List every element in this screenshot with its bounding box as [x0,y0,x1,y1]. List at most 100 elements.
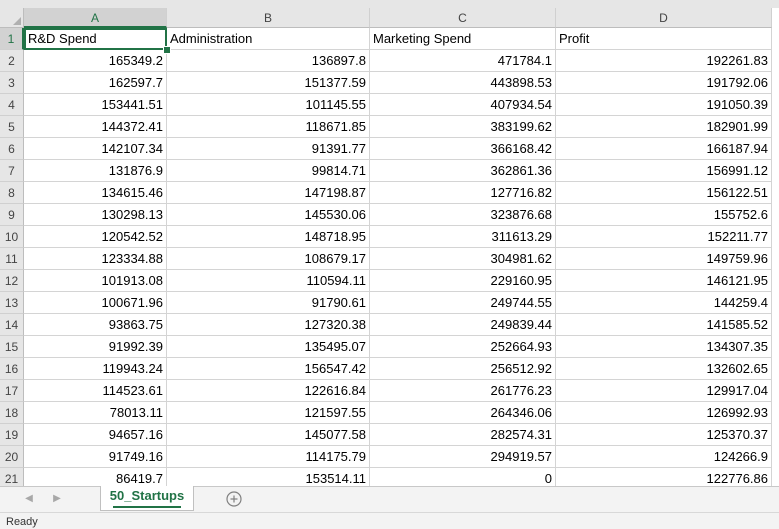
cell-b10[interactable]: 148718.95 [167,226,370,248]
cell-a16[interactable]: 119943.24 [24,358,167,380]
fill-handle[interactable] [163,46,171,54]
cell-d7[interactable]: 156991.12 [556,160,772,182]
row-header[interactable]: 16 [0,358,24,380]
row-header[interactable]: 7 [0,160,24,182]
cell-d18[interactable]: 126992.93 [556,402,772,424]
cell-d17[interactable]: 129917.04 [556,380,772,402]
cell-b21[interactable]: 153514.11 [167,468,370,486]
cell-a11[interactable]: 123334.88 [24,248,167,270]
column-header-a[interactable]: A [24,8,167,28]
cell-a21[interactable]: 86419.7 [24,468,167,486]
cell-c20[interactable]: 294919.57 [370,446,556,468]
cell-c5[interactable]: 383199.62 [370,116,556,138]
cell-d5[interactable]: 182901.99 [556,116,772,138]
cell-b1[interactable]: Administration [167,28,370,50]
cell-a3[interactable]: 162597.7 [24,72,167,94]
cell-b14[interactable]: 127320.38 [167,314,370,336]
cell-a4[interactable]: 153441.51 [24,94,167,116]
cell-d12[interactable]: 146121.95 [556,270,772,292]
row-header[interactable]: 4 [0,94,24,116]
cell-d20[interactable]: 124266.9 [556,446,772,468]
cell-c14[interactable]: 249839.44 [370,314,556,336]
cell-d16[interactable]: 132602.65 [556,358,772,380]
cell-c13[interactable]: 249744.55 [370,292,556,314]
cell-d1[interactable]: Profit [556,28,772,50]
cell-b6[interactable]: 91391.77 [167,138,370,160]
cell-d13[interactable]: 144259.4 [556,292,772,314]
cell-b4[interactable]: 101145.55 [167,94,370,116]
row-header[interactable]: 11 [0,248,24,270]
cell-c19[interactable]: 282574.31 [370,424,556,446]
row-header[interactable]: 3 [0,72,24,94]
cell-c3[interactable]: 443898.53 [370,72,556,94]
row-header[interactable]: 15 [0,336,24,358]
cell-c6[interactable]: 366168.42 [370,138,556,160]
plus-circle-icon[interactable] [226,491,242,507]
cell-a9[interactable]: 130298.13 [24,204,167,226]
cell-c18[interactable]: 264346.06 [370,402,556,424]
cell-b3[interactable]: 151377.59 [167,72,370,94]
cell-c8[interactable]: 127716.82 [370,182,556,204]
cell-b9[interactable]: 145530.06 [167,204,370,226]
cell-c16[interactable]: 256512.92 [370,358,556,380]
cell-b20[interactable]: 114175.79 [167,446,370,468]
row-header[interactable]: 12 [0,270,24,292]
cell-d8[interactable]: 156122.51 [556,182,772,204]
cell-c4[interactable]: 407934.54 [370,94,556,116]
row-header[interactable]: 10 [0,226,24,248]
cell-b11[interactable]: 108679.17 [167,248,370,270]
cell-b19[interactable]: 145077.58 [167,424,370,446]
cell-d3[interactable]: 191792.06 [556,72,772,94]
cell-a17[interactable]: 114523.61 [24,380,167,402]
cell-a13[interactable]: 100671.96 [24,292,167,314]
cell-c12[interactable]: 229160.95 [370,270,556,292]
row-header[interactable]: 6 [0,138,24,160]
cell-d14[interactable]: 141585.52 [556,314,772,336]
cell-a2[interactable]: 165349.2 [24,50,167,72]
cell-a7[interactable]: 131876.9 [24,160,167,182]
row-header[interactable]: 19 [0,424,24,446]
select-all-button[interactable] [0,8,24,28]
cell-a19[interactable]: 94657.16 [24,424,167,446]
row-header[interactable]: 14 [0,314,24,336]
cell-d2[interactable]: 192261.83 [556,50,772,72]
cell-c21[interactable]: 0 [370,468,556,486]
cell-a10[interactable]: 120542.52 [24,226,167,248]
cell-a12[interactable]: 101913.08 [24,270,167,292]
cell-d6[interactable]: 166187.94 [556,138,772,160]
row-header[interactable]: 8 [0,182,24,204]
cell-c2[interactable]: 471784.1 [370,50,556,72]
cell-d4[interactable]: 191050.39 [556,94,772,116]
row-header[interactable]: 21 [0,468,24,486]
cell-c1[interactable]: Marketing Spend [370,28,556,50]
cell-d10[interactable]: 152211.77 [556,226,772,248]
cell-c7[interactable]: 362861.36 [370,160,556,182]
cell-b15[interactable]: 135495.07 [167,336,370,358]
column-header-c[interactable]: C [370,8,556,28]
row-header[interactable]: 5 [0,116,24,138]
cell-a15[interactable]: 91992.39 [24,336,167,358]
cell-d11[interactable]: 149759.96 [556,248,772,270]
cell-a1[interactable]: R&D Spend [24,28,167,50]
column-header-d[interactable]: D [556,8,772,28]
cell-d9[interactable]: 155752.6 [556,204,772,226]
cell-b17[interactable]: 122616.84 [167,380,370,402]
cell-a18[interactable]: 78013.11 [24,402,167,424]
cell-a14[interactable]: 93863.75 [24,314,167,336]
cell-a6[interactable]: 142107.34 [24,138,167,160]
cell-c17[interactable]: 261776.23 [370,380,556,402]
row-header[interactable]: 18 [0,402,24,424]
cell-a5[interactable]: 144372.41 [24,116,167,138]
cell-b12[interactable]: 110594.11 [167,270,370,292]
cell-a8[interactable]: 134615.46 [24,182,167,204]
cell-d21[interactable]: 122776.86 [556,468,772,486]
row-header[interactable]: 2 [0,50,24,72]
cell-b16[interactable]: 156547.42 [167,358,370,380]
spreadsheet-grid[interactable]: ABCD 1 R&D Spend Administration Marketing S… [0,0,779,486]
row-header[interactable]: 13 [0,292,24,314]
cell-d15[interactable]: 134307.35 [556,336,772,358]
cell-b18[interactable]: 121597.55 [167,402,370,424]
cell-a20[interactable]: 91749.16 [24,446,167,468]
cell-b2[interactable]: 136897.8 [167,50,370,72]
cell-d19[interactable]: 125370.37 [556,424,772,446]
